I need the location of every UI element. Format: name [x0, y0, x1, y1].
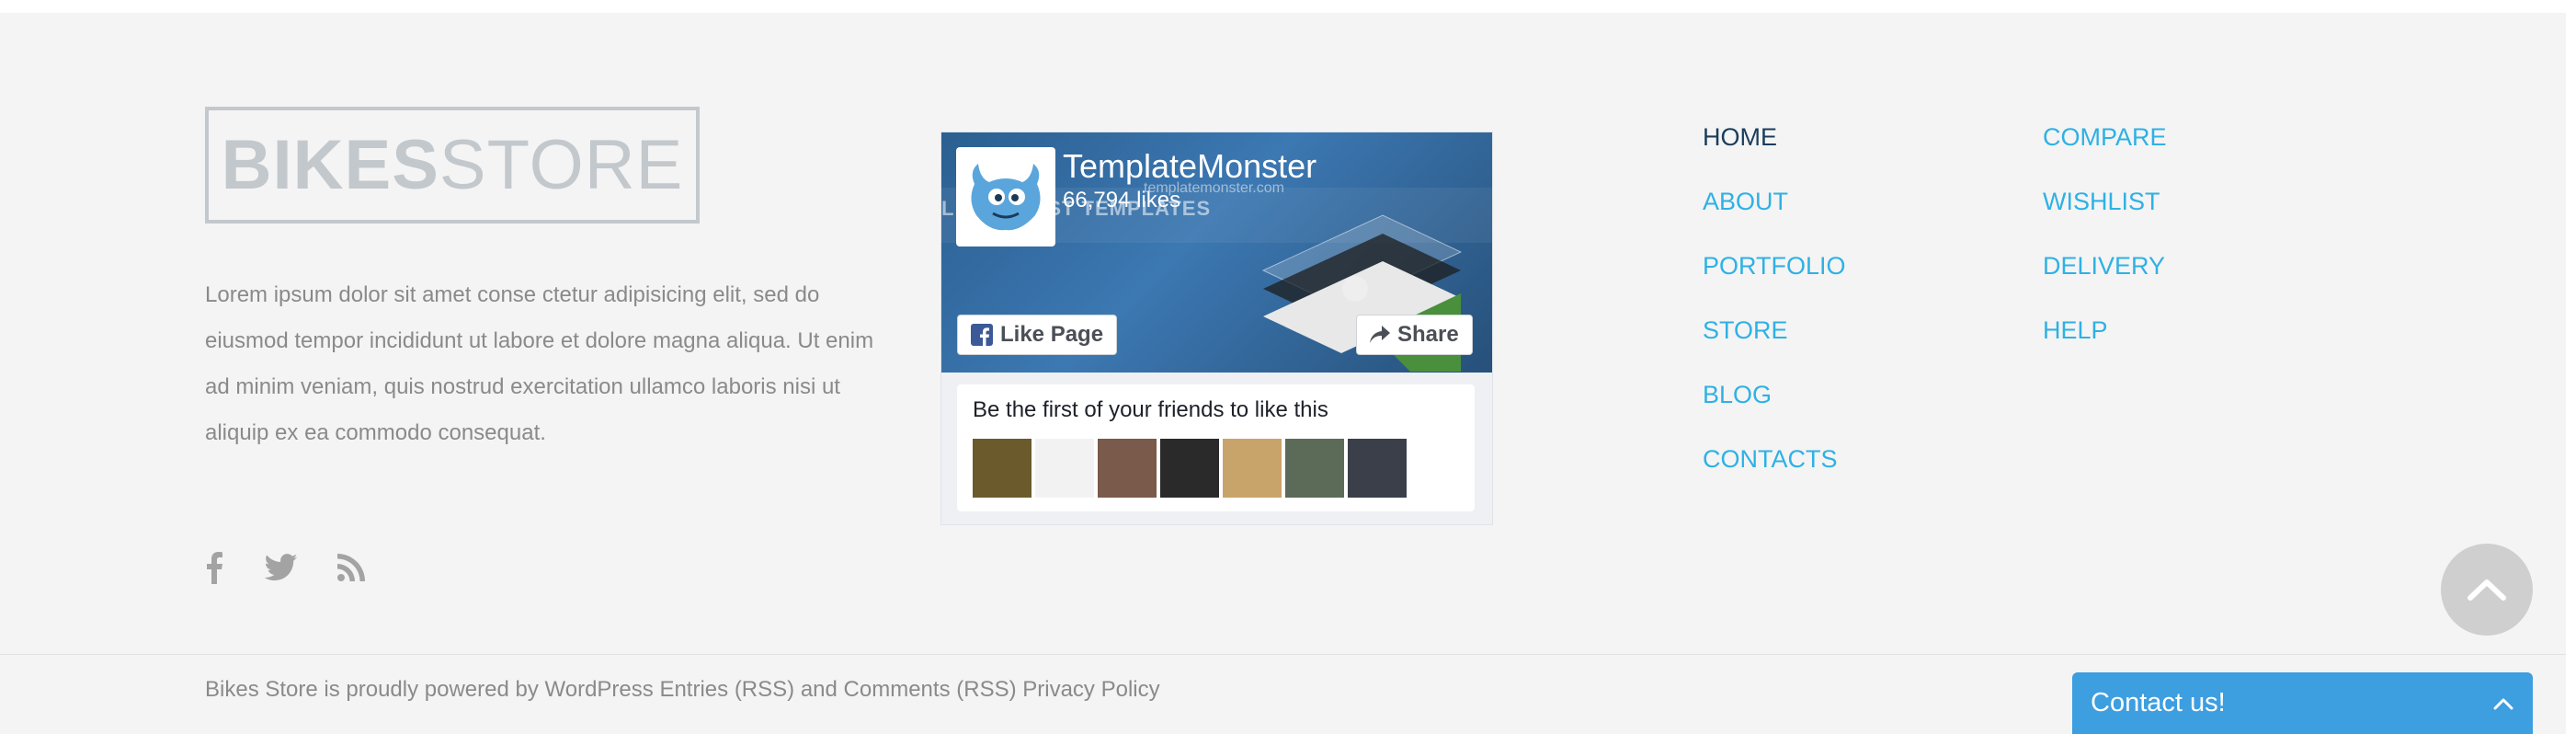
friend-avatar[interactable] [1035, 439, 1094, 498]
nav-link-blog[interactable]: BLOG [1703, 383, 1772, 407]
monster-logo-icon [971, 164, 1041, 231]
chevron-up-icon [2468, 579, 2506, 601]
nav-link-home[interactable]: HOME [1703, 125, 1777, 150]
nav-item: ABOUT [1703, 189, 1846, 254]
share-arrow-icon [1370, 326, 1390, 343]
top-edge [0, 0, 2576, 13]
twitter-icon[interactable] [263, 547, 300, 588]
scroll-to-top-button[interactable] [2441, 544, 2533, 636]
share-label: Share [1397, 322, 1459, 347]
contact-us-widget[interactable]: Contact us! [2072, 672, 2533, 734]
rss-icon[interactable] [333, 547, 370, 588]
share-button[interactable]: Share [1356, 315, 1473, 355]
nav-item: DELIVERY [2043, 254, 2167, 318]
footer-divider [0, 654, 2566, 655]
nav-item: COMPARE [2043, 125, 2167, 189]
nav-link-wishlist[interactable]: WISHLIST [2043, 189, 2160, 214]
friend-avatar[interactable] [1285, 439, 1344, 498]
facebook-cover[interactable]: LI THE BEST TEMPLATES TemplateMonster te… [941, 132, 1492, 373]
friend-avatar[interactable] [1223, 439, 1282, 498]
friend-avatar[interactable] [1098, 439, 1157, 498]
chevron-up-icon[interactable] [2492, 696, 2514, 711]
entries-rss-link[interactable]: Entries (RSS) [659, 677, 794, 702]
nav-link-about[interactable]: ABOUT [1703, 189, 1788, 214]
nav-item: WISHLIST [2043, 189, 2167, 254]
wordpress-link[interactable]: WordPress [545, 677, 654, 702]
nav-link-compare[interactable]: COMPARE [2043, 125, 2167, 150]
like-page-button[interactable]: Like Page [957, 315, 1118, 355]
comments-rss-link[interactable]: Comments (RSS) [844, 677, 1017, 702]
footer-description: Lorem ipsum dolor sit amet conse ctetur … [205, 282, 874, 445]
nav-link-delivery[interactable]: DELIVERY [2043, 254, 2165, 279]
nav-item: BLOG [1703, 383, 1846, 447]
nav-link-store[interactable]: STORE [1703, 318, 1788, 343]
nav-link-contacts[interactable]: CONTACTS [1703, 447, 1838, 472]
privacy-policy-link[interactable]: Privacy Policy [1022, 677, 1159, 702]
nav-item: HOME [1703, 125, 1846, 189]
friend-avatar[interactable] [973, 439, 1032, 498]
page-avatar[interactable] [956, 147, 1055, 247]
friend-avatar[interactable] [1348, 439, 1407, 498]
friends-text: Be the first of your friends to like thi… [973, 397, 1328, 422]
logo-bold: BIKES [221, 126, 439, 204]
copyright-and: and [794, 677, 844, 702]
nav-item: CONTACTS [1703, 447, 1846, 511]
footer-nav-primary: HOME ABOUT PORTFOLIO STORE BLOG CONTACTS [1703, 125, 1846, 511]
like-page-label: Like Page [1000, 322, 1104, 347]
site-logo[interactable]: BIKES STORE [205, 107, 700, 224]
copyright-line: Bikes Store is proudly powered by WordPr… [205, 677, 1160, 703]
facebook-page-widget[interactable]: LI THE BEST TEMPLATES TemplateMonster te… [940, 132, 1493, 525]
footer-nav-secondary: COMPARE WISHLIST DELIVERY HELP [2043, 125, 2167, 383]
logo-light: STORE [439, 126, 684, 204]
contact-us-label: Contact us! [2091, 688, 2226, 717]
nav-item: PORTFOLIO [1703, 254, 1846, 318]
nav-link-portfolio[interactable]: PORTFOLIO [1703, 254, 1846, 279]
nav-item: STORE [1703, 318, 1846, 383]
facebook-f-icon [971, 324, 993, 346]
facebook-icon[interactable] [200, 547, 228, 588]
nav-link-help[interactable]: HELP [2043, 318, 2108, 343]
page-likes: 66,794 likes [1063, 188, 1181, 212]
friend-avatar[interactable] [1160, 439, 1219, 498]
copyright-prefix: Bikes Store is proudly powered by [205, 677, 545, 702]
nav-item: HELP [2043, 318, 2167, 383]
scrollbar-track[interactable] [2566, 0, 2576, 734]
friends-panel: Be the first of your friends to like thi… [957, 384, 1475, 511]
